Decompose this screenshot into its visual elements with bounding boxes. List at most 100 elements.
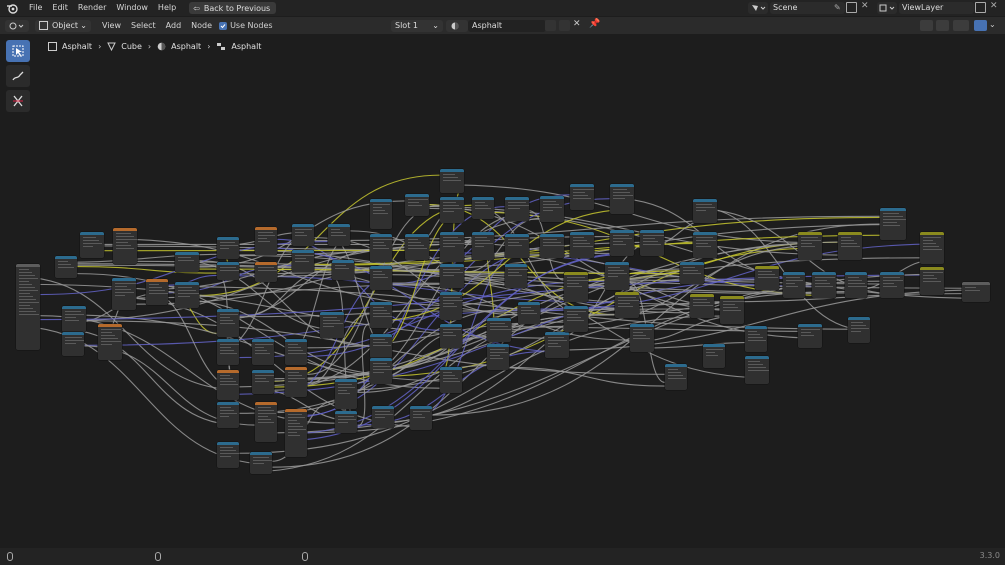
shader-node[interactable]: [564, 272, 588, 302]
fake-user-shield-icon[interactable]: [545, 20, 556, 31]
shader-node[interactable]: [252, 339, 274, 365]
shader-node[interactable]: [693, 199, 717, 223]
shader-node[interactable]: [518, 302, 540, 324]
back-to-previous-button[interactable]: ⇦ Back to Previous: [189, 2, 277, 14]
shader-node[interactable]: [250, 452, 272, 474]
shader-node[interactable]: [372, 406, 394, 428]
shader-node[interactable]: [920, 267, 944, 295]
shader-node[interactable]: [472, 197, 494, 219]
snap-icon[interactable]: [936, 20, 949, 31]
menu-select[interactable]: Select: [126, 21, 161, 30]
shader-node[interactable]: [680, 262, 704, 284]
shader-node[interactable]: [690, 294, 714, 318]
delete-view-layer-icon[interactable]: ✕: [990, 1, 998, 11]
shader-node[interactable]: [80, 232, 104, 258]
material-browse-button[interactable]: [446, 19, 468, 32]
menu-add[interactable]: Add: [161, 21, 187, 30]
object-mode-dropdown[interactable]: Object ⌄: [35, 19, 91, 32]
shader-node[interactable]: [693, 232, 717, 258]
shader-node[interactable]: [605, 262, 629, 290]
delete-scene-icon[interactable]: ✕: [861, 1, 869, 11]
shader-node[interactable]: [292, 250, 314, 272]
shader-node[interactable]: [405, 194, 429, 216]
shader-node[interactable]: [798, 324, 822, 348]
shader-node[interactable]: [880, 272, 904, 298]
shader-node[interactable]: [745, 326, 767, 352]
shader-node[interactable]: [487, 344, 509, 370]
shader-node[interactable]: [665, 364, 687, 390]
shader-node[interactable]: [255, 227, 277, 255]
slot-dropdown[interactable]: Slot 1 ⌄: [391, 19, 443, 32]
shader-node[interactable]: [405, 234, 429, 260]
shader-node[interactable]: [440, 292, 463, 320]
menu-help[interactable]: Help: [153, 0, 181, 16]
shader-node[interactable]: [440, 232, 465, 262]
view-layer-selector-icon[interactable]: [877, 2, 897, 14]
shader-node[interactable]: [328, 224, 350, 246]
shader-node[interactable]: [615, 292, 639, 318]
shader-node[interactable]: [112, 278, 137, 310]
overlay-dropdown[interactable]: ⌄: [989, 20, 999, 31]
shader-node[interactable]: [472, 232, 494, 260]
shader-node[interactable]: [798, 232, 822, 260]
shader-node[interactable]: [564, 306, 588, 332]
menu-node[interactable]: Node: [186, 21, 217, 30]
shader-node[interactable]: [335, 411, 357, 433]
shader-node[interactable]: [335, 379, 357, 409]
shader-node[interactable]: [505, 234, 529, 258]
shader-node[interactable]: [217, 442, 239, 468]
pin-icon[interactable]: 📌: [589, 19, 600, 29]
shader-node[interactable]: [285, 409, 307, 457]
select-tool-button[interactable]: [6, 40, 30, 62]
shader-node[interactable]: [320, 312, 344, 338]
pin-scene-icon[interactable]: ✎: [834, 3, 841, 12]
shader-node[interactable]: [812, 272, 836, 298]
shader-node[interactable]: [55, 256, 77, 278]
editor-type-selector[interactable]: [5, 19, 29, 32]
shader-node[interactable]: [640, 230, 664, 256]
shader-node[interactable]: [440, 367, 462, 393]
shader-node[interactable]: [848, 317, 870, 343]
shader-node[interactable]: [217, 262, 240, 280]
shader-node[interactable]: [410, 406, 432, 430]
shader-node[interactable]: [252, 370, 275, 394]
shader-node[interactable]: [755, 266, 779, 290]
shader-node[interactable]: [255, 262, 277, 282]
snap-mode-dropdown[interactable]: [953, 20, 969, 31]
use-nodes-toggle[interactable]: Use Nodes: [219, 21, 273, 30]
new-scene-icon[interactable]: [846, 2, 857, 13]
shader-node[interactable]: [440, 324, 462, 348]
shader-node[interactable]: [720, 296, 744, 324]
shader-node[interactable]: [610, 230, 634, 256]
menu-window[interactable]: Window: [111, 0, 153, 16]
shader-node[interactable]: [570, 184, 595, 210]
blender-logo-icon[interactable]: [0, 0, 24, 16]
shader-node[interactable]: [610, 184, 634, 214]
duplicate-material-icon[interactable]: [559, 20, 570, 31]
shader-node[interactable]: [370, 358, 393, 384]
shader-node[interactable]: [62, 332, 85, 356]
shader-node[interactable]: [540, 196, 564, 222]
shader-node[interactable]: [292, 224, 314, 246]
shader-node[interactable]: [505, 197, 530, 221]
shader-node[interactable]: [146, 279, 168, 305]
shader-node[interactable]: [440, 197, 464, 223]
shader-node[interactable]: [217, 309, 239, 337]
shader-node[interactable]: [845, 272, 868, 298]
shader-node[interactable]: [962, 282, 990, 302]
menu-render[interactable]: Render: [73, 0, 111, 16]
shader-node[interactable]: [570, 232, 594, 258]
shader-node[interactable]: [217, 237, 239, 259]
shader-node[interactable]: [285, 367, 307, 397]
shader-node[interactable]: [370, 302, 393, 328]
shader-node[interactable]: [370, 334, 392, 358]
shader-node[interactable]: [285, 339, 307, 365]
shader-node[interactable]: [540, 234, 564, 258]
node-editor-canvas[interactable]: Asphalt › Cube › Asphalt › Asphalt: [0, 34, 1005, 548]
parent-node-tree-icon[interactable]: [920, 20, 933, 31]
shader-node[interactable]: [440, 264, 464, 288]
links-cut-tool-button[interactable]: [6, 90, 30, 112]
shader-node[interactable]: [175, 252, 199, 272]
shader-node[interactable]: [217, 370, 239, 400]
shader-node[interactable]: [98, 324, 122, 360]
